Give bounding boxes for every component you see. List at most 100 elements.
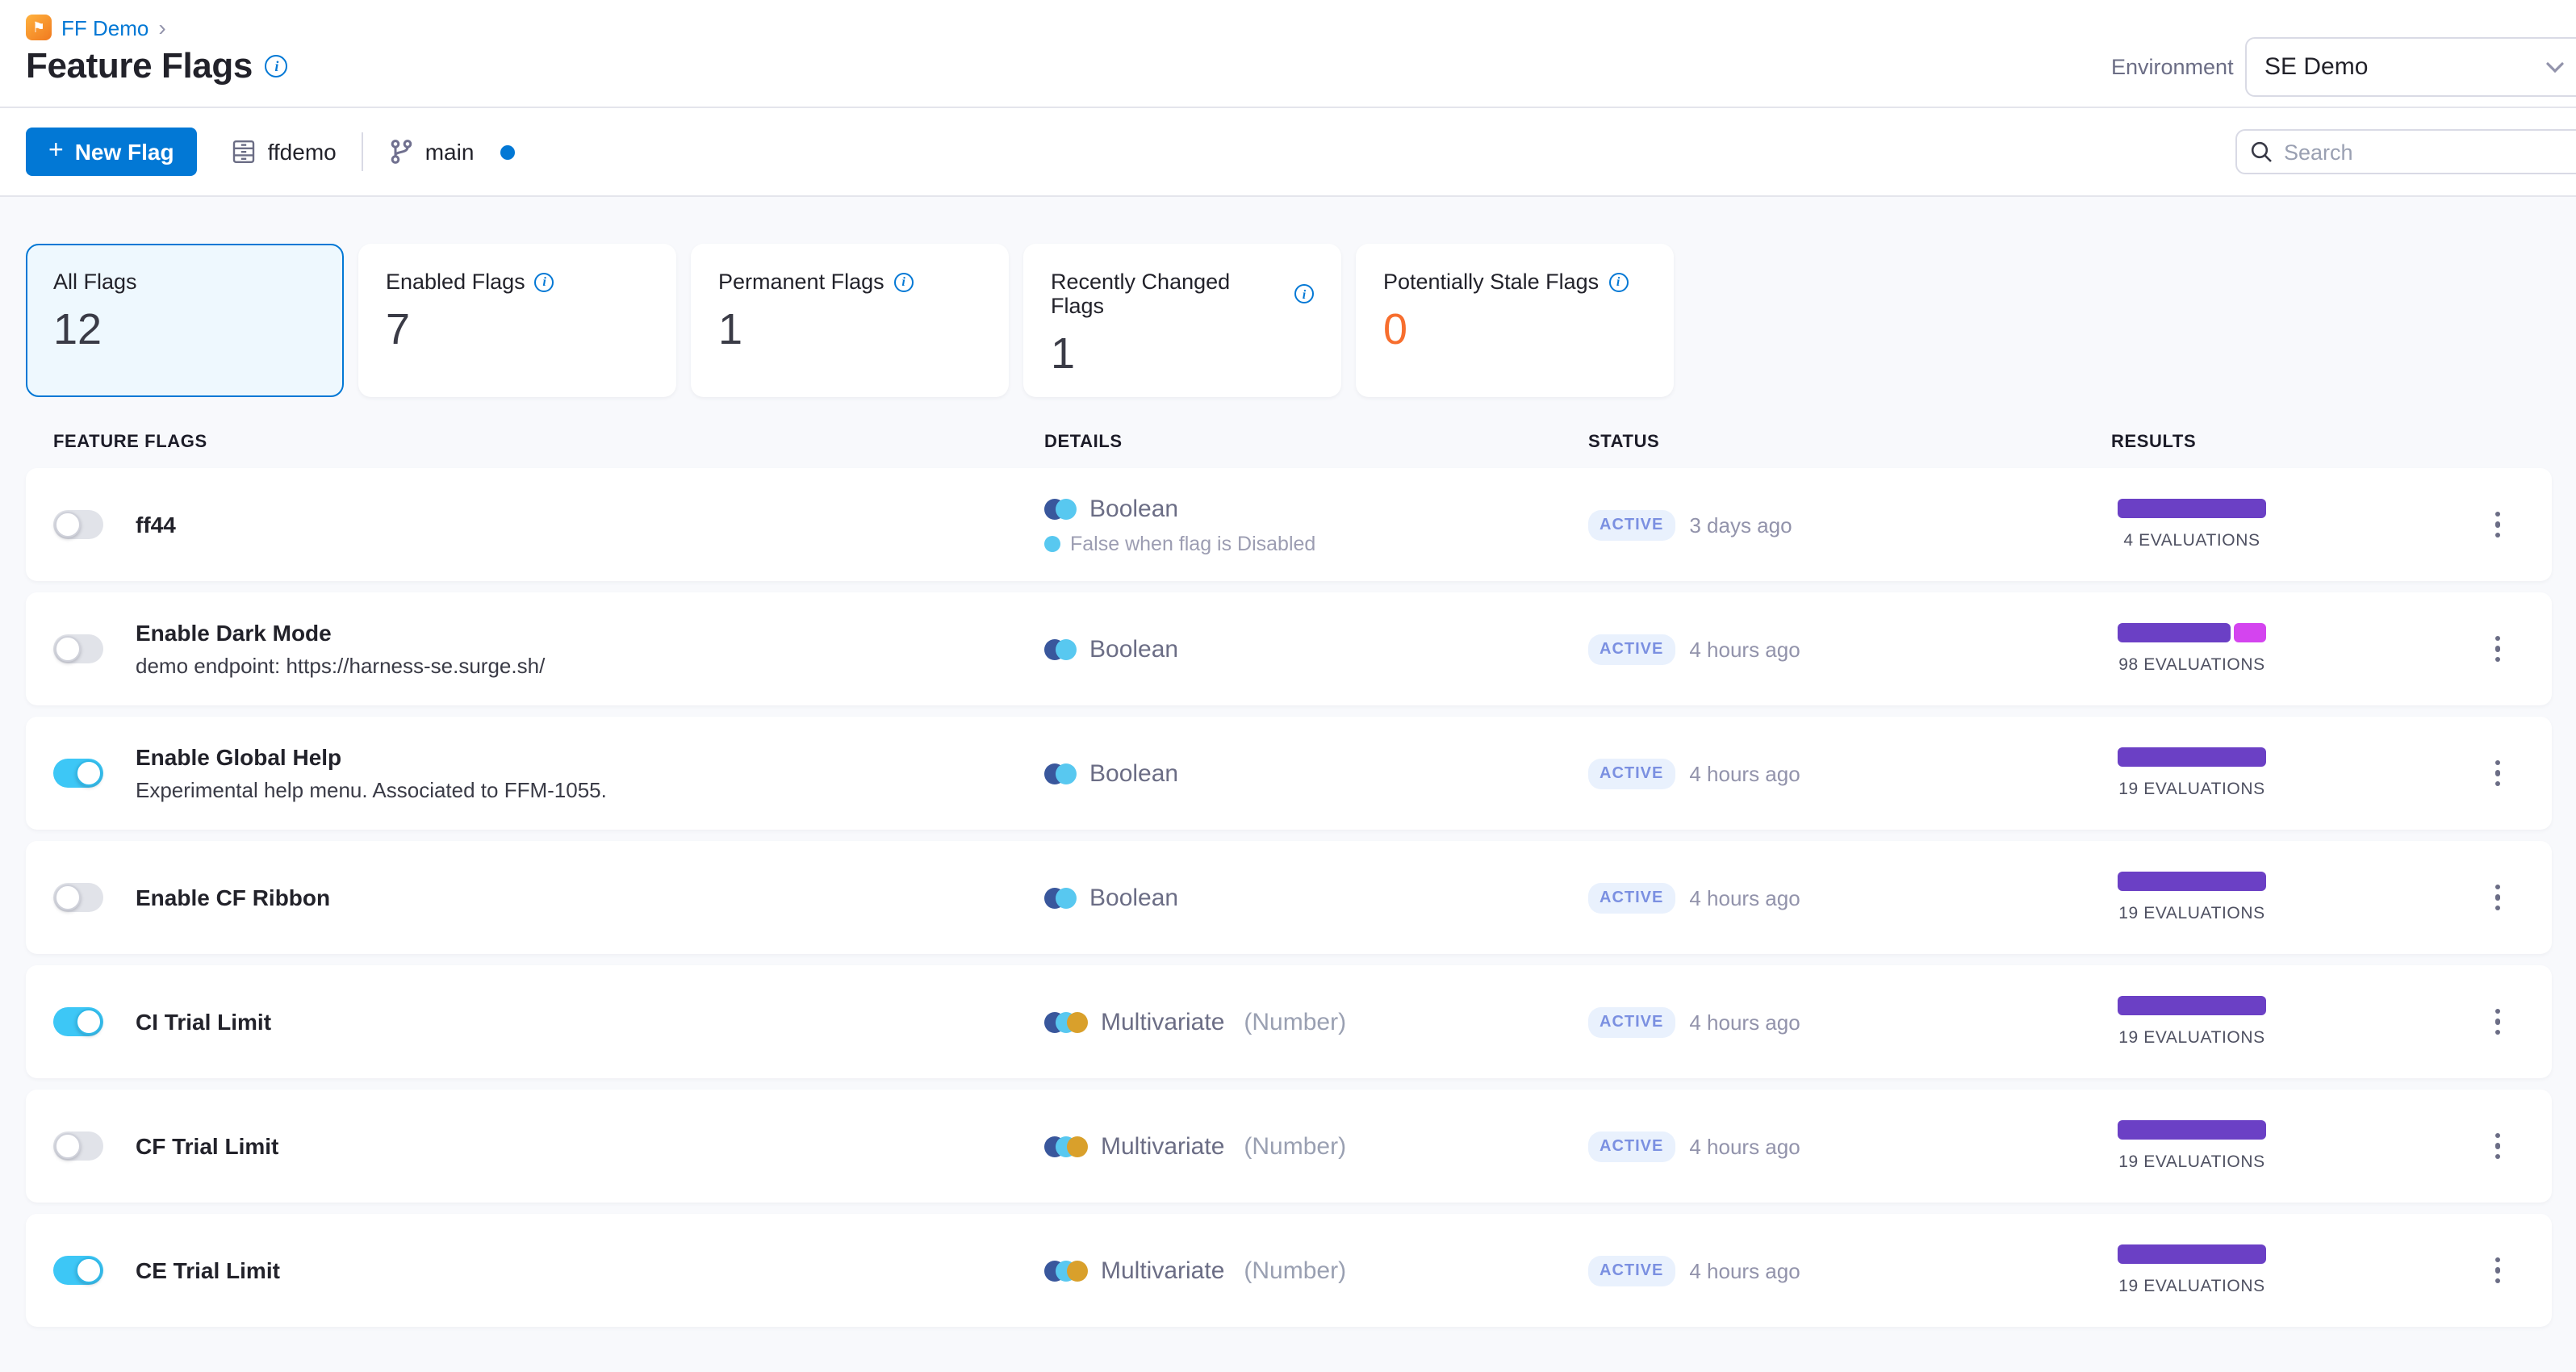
status-badge: ACTIVE — [1588, 1006, 1675, 1037]
repository-icon — [231, 139, 257, 165]
evaluations-bar — [2118, 747, 2266, 767]
status-badge: ACTIVE — [1588, 509, 1675, 540]
status-badge: ACTIVE — [1588, 882, 1675, 913]
status-badge: ACTIVE — [1588, 1131, 1675, 1161]
status-badge: ACTIVE — [1588, 758, 1675, 788]
divider — [362, 132, 364, 171]
filter-card-label: All Flags — [53, 270, 137, 294]
flag-type-icon — [1044, 638, 1077, 659]
flag-name[interactable]: Enable CF Ribbon — [136, 885, 330, 910]
flag-type: Boolean — [1089, 884, 1179, 911]
toggle-knob — [55, 885, 81, 910]
flag-name[interactable]: Enable Dark Mode — [136, 620, 545, 646]
evaluations-bar — [2118, 1244, 2266, 1264]
flag-table-row[interactable]: Enable CF Ribbon Boolean ACTIVE 4 hours … — [26, 841, 2552, 954]
last-updated: 3 days ago — [1689, 512, 1792, 537]
flag-name[interactable]: CI Trial Limit — [136, 1009, 271, 1035]
evaluations-count: 19 EVALUATIONS — [2118, 904, 2265, 923]
filter-card[interactable]: All Flags 12 — [26, 244, 344, 397]
flag-type-detail: (Number) — [1244, 1257, 1347, 1284]
filter-card-label: Recently Changed Flags — [1051, 270, 1231, 318]
flag-name[interactable]: CE Trial Limit — [136, 1257, 280, 1283]
row-menu-button[interactable] — [2488, 878, 2507, 918]
status-badge: ACTIVE — [1588, 1255, 1675, 1286]
filter-card-count: 1 — [718, 305, 743, 353]
flag-toggle[interactable] — [53, 759, 103, 788]
breadcrumb-project-link[interactable]: FF Demo — [61, 15, 148, 40]
evaluations-bar — [2118, 499, 2266, 518]
flag-toggle[interactable] — [53, 1256, 103, 1285]
last-updated: 4 hours ago — [1689, 885, 1800, 910]
filter-card-count: 1 — [1051, 329, 1076, 378]
filter-card[interactable]: Potentially Stale Flags i 0 — [1356, 244, 1674, 397]
flag-table-row[interactable]: CF Trial Limit Multivariate (Number) ACT… — [26, 1090, 2552, 1203]
filter-card[interactable]: Enabled Flags i 7 — [358, 244, 676, 397]
flag-type-icon — [1044, 1260, 1088, 1281]
evaluations-bar — [2118, 1120, 2266, 1140]
repository-name: ffdemo — [267, 139, 337, 165]
search-icon — [2250, 140, 2273, 163]
flag-toggle[interactable] — [53, 510, 103, 539]
filter-card-count: 7 — [386, 305, 411, 353]
toolbar: + New Flag ffdemo main — [0, 108, 2576, 197]
row-menu-button[interactable] — [2488, 1127, 2507, 1166]
flag-toggle[interactable] — [53, 1007, 103, 1036]
repository-chip[interactable]: ffdemo — [231, 139, 337, 165]
flag-toggle[interactable] — [53, 1131, 103, 1161]
toggle-knob — [55, 636, 81, 662]
row-menu-button[interactable] — [2488, 1002, 2507, 1042]
evaluations-count: 19 EVALUATIONS — [2118, 1277, 2265, 1296]
branch-name: main — [424, 139, 475, 165]
page-header: ⚑ FF Demo › Feature Flags i Environment … — [0, 0, 2576, 108]
flag-table-row[interactable]: ff44 Boolean False when flag is Disabled… — [26, 468, 2552, 581]
last-updated: 4 hours ago — [1689, 1134, 1800, 1158]
last-updated: 4 hours ago — [1689, 761, 1800, 785]
flag-type-icon — [1044, 887, 1077, 908]
info-icon[interactable]: i — [265, 55, 288, 77]
flag-table-row[interactable]: Enable Global Help Experimental help men… — [26, 717, 2552, 830]
content-area: All Flags 12 Enabled Flags i 7 Permanent… — [0, 197, 2576, 1372]
toggle-knob — [55, 512, 81, 538]
flag-toggle[interactable] — [53, 634, 103, 663]
chevron-down-icon — [2545, 61, 2565, 74]
info-icon[interactable]: i — [1608, 272, 1629, 291]
evaluations-count: 19 EVALUATIONS — [2118, 1152, 2265, 1172]
filter-card-label: Permanent Flags — [718, 270, 884, 294]
info-icon[interactable]: i — [893, 272, 914, 291]
flag-table-row[interactable]: CI Trial Limit Multivariate (Number) ACT… — [26, 965, 2552, 1078]
flag-name[interactable]: ff44 — [136, 512, 176, 538]
new-flag-button[interactable]: + New Flag — [26, 128, 197, 176]
row-menu-button[interactable] — [2488, 505, 2507, 545]
flag-type-detail: (Number) — [1244, 1132, 1347, 1160]
search-box[interactable] — [2235, 129, 2576, 174]
evaluations-bar — [2118, 623, 2266, 642]
column-header-status: STATUS — [1588, 433, 1660, 452]
environment-label: Environment — [2111, 55, 2234, 79]
breadcrumb[interactable]: ⚑ FF Demo › — [26, 15, 166, 40]
flag-type: Boolean — [1089, 635, 1179, 663]
row-menu-button[interactable] — [2488, 754, 2507, 793]
evaluations-count: 19 EVALUATIONS — [2118, 1028, 2265, 1048]
toggle-knob — [55, 1133, 81, 1159]
flag-table-row[interactable]: CE Trial Limit Multivariate (Number) ACT… — [26, 1214, 2552, 1327]
branch-chip[interactable]: main — [390, 139, 515, 165]
filter-card-count: 12 — [53, 305, 102, 353]
toggle-knob — [76, 1009, 102, 1035]
flag-toggle[interactable] — [53, 883, 103, 912]
row-menu-button[interactable] — [2488, 630, 2507, 669]
filter-card[interactable]: Recently Changed Flags i 1 — [1023, 244, 1341, 397]
flag-table-row[interactable]: Enable Dark Mode demo endpoint: https://… — [26, 592, 2552, 705]
environment-select[interactable]: SE Demo — [2245, 37, 2576, 97]
branch-status-dot — [500, 144, 515, 159]
info-icon[interactable]: i — [534, 272, 554, 291]
flag-name[interactable]: CF Trial Limit — [136, 1133, 278, 1159]
flag-name[interactable]: Enable Global Help — [136, 744, 607, 770]
flag-type-detail: (Number) — [1244, 1008, 1347, 1035]
flag-type-icon — [1044, 1011, 1088, 1032]
row-menu-button[interactable] — [2488, 1251, 2507, 1290]
flag-type-icon — [1044, 498, 1077, 519]
toggle-knob — [76, 760, 102, 786]
filter-card[interactable]: Permanent Flags i 1 — [691, 244, 1009, 397]
info-icon[interactable]: i — [1294, 284, 1314, 303]
search-input[interactable] — [2284, 140, 2576, 164]
